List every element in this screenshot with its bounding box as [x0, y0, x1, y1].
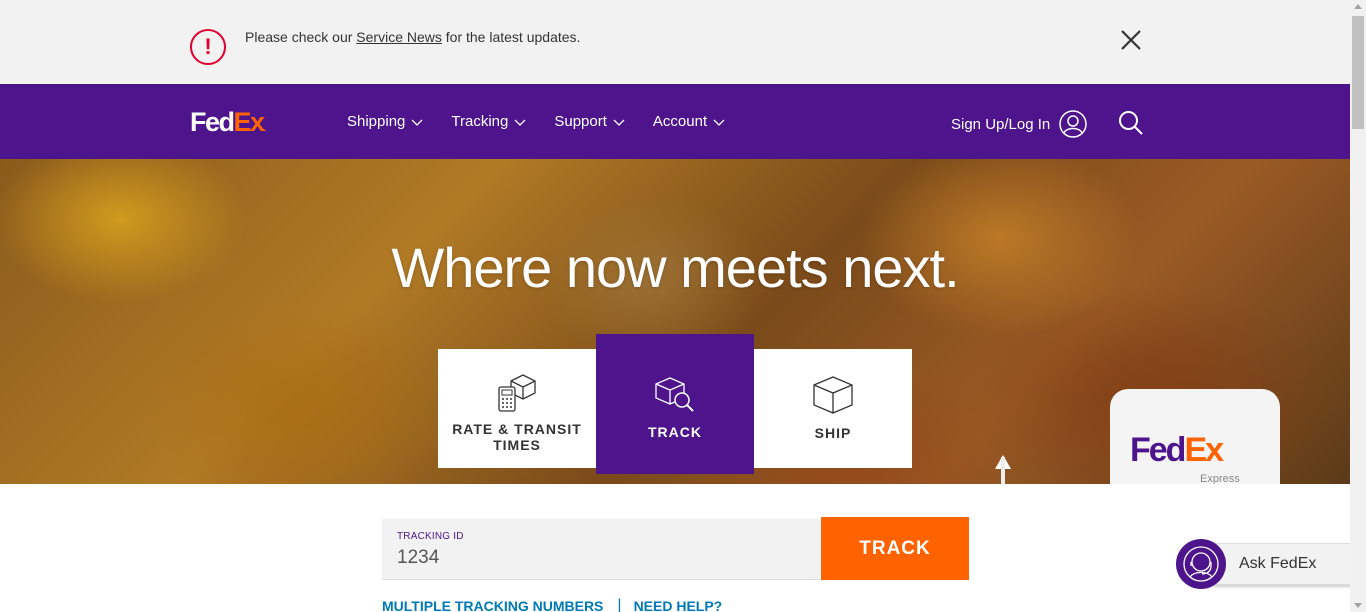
nav-account[interactable]: Account — [653, 113, 725, 130]
signin-label: Sign Up/Log In — [951, 115, 1051, 133]
main-nav: Shipping Tracking Support Account — [347, 113, 753, 130]
user-circle-icon — [1059, 110, 1087, 138]
chevron-down-icon — [613, 119, 625, 126]
logo-ex: Ex — [233, 107, 266, 137]
fedex-van-image: FedEx Express — [1110, 389, 1280, 484]
search-icon[interactable] — [1117, 109, 1145, 137]
nav-support-label: Support — [554, 113, 607, 130]
calculator-box-icon — [498, 374, 536, 412]
ask-fedex-label: Ask FedEx — [1212, 543, 1366, 585]
tab-rate-label-line2: TIMES — [493, 437, 541, 453]
scrollbar-thumb[interactable] — [1352, 16, 1364, 129]
signin-button[interactable]: Sign Up/Log In — [951, 109, 1088, 139]
box-icon — [813, 376, 853, 414]
tab-track[interactable]: TRACK — [596, 334, 754, 474]
nav-account-label: Account — [652, 113, 708, 130]
van-logo: FedEx — [1130, 431, 1224, 470]
tracking-id-field[interactable]: TRACKING ID — [382, 519, 820, 580]
page-scrollbar[interactable] — [1350, 0, 1366, 612]
nav-shipping[interactable]: Shipping — [347, 113, 423, 130]
tracking-id-label: TRACKING ID — [397, 531, 464, 542]
tab-track-label: TRACK — [648, 424, 702, 440]
tracking-links: MULTIPLE TRACKING NUMBERS | NEED HELP? — [382, 597, 722, 612]
service-news-link[interactable]: Service News — [356, 29, 442, 45]
nav-tracking-label: Tracking — [451, 113, 509, 130]
scroll-up-arrow-icon[interactable] — [1354, 4, 1362, 9]
van-logo-fed: Fed — [1130, 431, 1186, 469]
chevron-down-icon — [514, 119, 526, 126]
box-search-icon — [655, 377, 694, 412]
exclamation-circle-icon: ! — [190, 29, 226, 65]
tab-ship-label: SHIP — [814, 425, 852, 441]
hero-title: Where now meets next. — [391, 236, 959, 299]
tab-ship[interactable]: SHIP — [754, 349, 912, 468]
tab-rate-label: RATE & TRANSIT TIMES — [438, 421, 596, 453]
tracking-id-input[interactable] — [397, 546, 797, 570]
van-logo-ex: Ex — [1184, 431, 1224, 469]
alert-message: Please check our Service News for the la… — [245, 29, 580, 45]
alert-text-before: Please check our — [245, 29, 353, 45]
van-logo-sub: Express — [1200, 473, 1240, 484]
alert-text-after: for the latest updates. — [445, 29, 581, 45]
nav-support[interactable]: Support — [554, 113, 625, 130]
agent-headset-icon — [1176, 539, 1226, 589]
tab-rate-transit[interactable]: RATE & TRANSIT TIMES — [438, 349, 596, 468]
link-separator: | — [617, 597, 622, 612]
nav-tracking[interactable]: Tracking — [451, 113, 526, 130]
close-icon[interactable] — [1118, 27, 1144, 53]
fedex-logo[interactable]: FedEx. — [190, 107, 266, 144]
track-button[interactable]: TRACK — [821, 517, 969, 580]
nav-shipping-label: Shipping — [347, 113, 406, 130]
tab-rate-label-line1: RATE & TRANSIT — [452, 421, 582, 437]
logo-dot: . — [263, 123, 267, 134]
logo-fed: Fed — [190, 107, 235, 137]
multiple-tracking-link[interactable]: MULTIPLE TRACKING NUMBERS — [382, 598, 603, 612]
service-alert-bar: ! Please check our Service News for the … — [0, 0, 1350, 84]
scroll-down-arrow-icon[interactable] — [1354, 603, 1362, 608]
chevron-down-icon — [411, 119, 423, 126]
ask-fedex-chat-button[interactable]: Ask FedEx — [1176, 539, 1366, 589]
main-header: FedEx. Shipping Tracking Support Account… — [0, 84, 1350, 159]
need-help-link[interactable]: NEED HELP? — [634, 598, 723, 612]
chevron-down-icon — [713, 119, 725, 126]
road-post-decoration — [1001, 457, 1005, 484]
